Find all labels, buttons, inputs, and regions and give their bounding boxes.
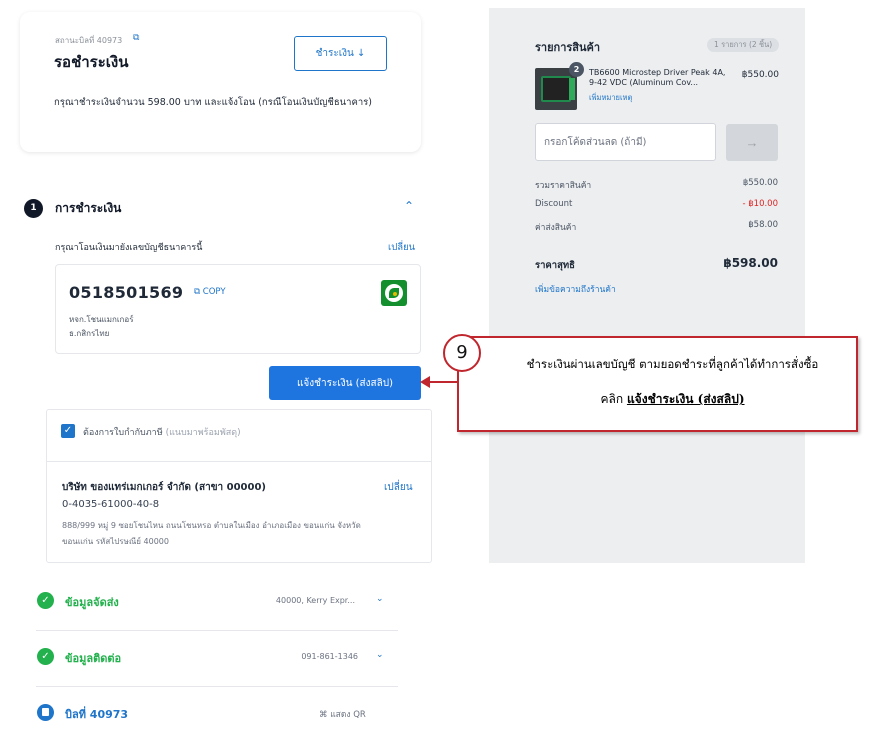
discount-label: Discount (535, 199, 573, 209)
check-circle-icon: ✓ (37, 648, 54, 665)
copy-icon[interactable]: ⧉ (133, 33, 139, 43)
callout-button-name: แจ้งชำระเงิน (ส่งสลิป) (626, 392, 745, 406)
order-summary-panel: รายการสินค้า 1 รายการ (2 ชิ้น) 2 TB6600 … (489, 8, 805, 563)
copy-account-button[interactable]: ⧉ COPY (194, 287, 226, 297)
bank-logo-icon (381, 280, 407, 306)
step-number: 1 (24, 199, 43, 218)
receipt-icon (37, 704, 54, 721)
tax-invoice-card: ✓ ต้องการใบกำกับภาษี (แนบมาพร้อมพัสดุ) บ… (46, 409, 432, 563)
payment-instruction: กรุณาชำระเงินจำนวน 598.00 บาท และแจ้งโอน… (54, 97, 372, 108)
total-value: ฿598.00 (723, 256, 778, 270)
tax-invoice-label-text: ต้องการใบกำกับภาษี (83, 428, 163, 438)
tax-invoice-checkbox[interactable]: ✓ (61, 424, 75, 438)
chevron-down-icon[interactable]: ⌄ (376, 594, 384, 604)
contact-info-summary: 091-861-1346 (301, 652, 358, 661)
tax-invoice-note: (แนบมาพร้อมพัสดุ) (165, 428, 241, 438)
account-number: 0518501569 (69, 283, 184, 302)
tax-id: 0-4035-61000-40-8 (62, 499, 160, 510)
divider (47, 461, 431, 462)
account-name: หจก.โชนแมกเกอร์ (69, 315, 134, 324)
check-circle-icon: ✓ (37, 592, 54, 609)
payment-section-title: การชำระเงิน (55, 201, 122, 215)
shipping-info-summary: 40000, Kerry Expr... (275, 596, 355, 605)
shipping-fee-value: ฿58.00 (748, 220, 778, 230)
callout-text-line2: คลิก แจ้งชำระเงิน (ส่งสลิป) (459, 390, 856, 409)
chevron-up-icon[interactable]: ⌃ (404, 199, 414, 213)
annotation-callout: ชำระเงินผ่านเลขบัญชี ตามยอดชำระที่ลูกค้า… (457, 336, 858, 432)
divider (36, 686, 398, 687)
order-number: สถานะบิลที่ 40973 (55, 36, 123, 45)
callout-click-prefix: คลิก (600, 392, 627, 406)
contact-info-title[interactable]: ข้อมูลติดต่อ (65, 649, 121, 667)
tax-invoice-label: ต้องการใบกำกับภาษี (แนบมาพร้อมพัสดุ) (83, 425, 241, 439)
subtotal-value: ฿550.00 (742, 178, 778, 188)
apply-coupon-button[interactable]: → (726, 124, 778, 161)
shipping-fee-label: ค่าส่งสินค้า (535, 223, 577, 233)
divider (36, 630, 398, 631)
change-bank-link[interactable]: เปลี่ยน (388, 240, 415, 255)
subtotal-label: รวมราคาสินค้า (535, 181, 592, 191)
total-label: ราคาสุทธิ (535, 260, 575, 271)
transfer-hint: กรุณาโอนเงินมายังเลขบัญชีธนาคารนี้ (55, 243, 203, 253)
pay-button[interactable]: ชำระเงิน ↓ (294, 36, 387, 71)
company-address: 888/999 หมู่ 9 ซอยโชนไหน ถนนโชนหรอ ตำบลใ… (62, 521, 361, 546)
shipping-info-title[interactable]: ข้อมูลจัดส่ง (65, 593, 119, 611)
order-status: รอชำระเงิน (54, 53, 129, 71)
quantity-badge: 2 (569, 62, 584, 77)
add-note-link[interactable]: เพิ่มหมายเหตุ (589, 92, 632, 104)
product-name: TB6600 Microstep Driver Peak 4A, 9-42 VD… (589, 68, 726, 87)
company-name: บริษัท ของแทร่เมกเกอร์ จำกัด (สาขา 00000… (62, 482, 266, 493)
order-status-card: สถานะบิลที่ 40973 ⧉ รอชำระเงิน ชำระเงิน … (20, 12, 421, 152)
product-price: ฿550.00 (741, 70, 779, 80)
discount-value: - ฿10.00 (742, 199, 778, 209)
show-qr-link[interactable]: ⌘ แสดง QR (319, 707, 366, 721)
chevron-down-icon[interactable]: ⌄ (376, 650, 384, 660)
callout-step-number: 9 (443, 334, 481, 372)
summary-title: รายการสินค้า (535, 41, 601, 54)
bank-account-card: 0518501569 ⧉ COPY หจก.โชนแมกเกอร์ ธ.กสิก… (55, 264, 421, 354)
notify-payment-button[interactable]: แจ้งชำระเงิน (ส่งสลิป) (269, 366, 421, 400)
item-count-badge: 1 รายการ (2 ชิ้น) (707, 38, 780, 52)
callout-arrow-icon (420, 376, 458, 388)
coupon-input[interactable] (535, 123, 716, 161)
bank-name: ธ.กสิกรไทย (69, 329, 110, 338)
callout-text-line1: ชำระเงินผ่านเลขบัญชี ตามยอดชำระที่ลูกค้า… (526, 357, 819, 371)
add-shop-message-link[interactable]: เพิ่มข้อความถึงร้านค้า (535, 282, 616, 296)
bill-title[interactable]: บิลที่ 40973 (65, 705, 128, 723)
change-company-link[interactable]: เปลี่ยน (384, 480, 413, 495)
